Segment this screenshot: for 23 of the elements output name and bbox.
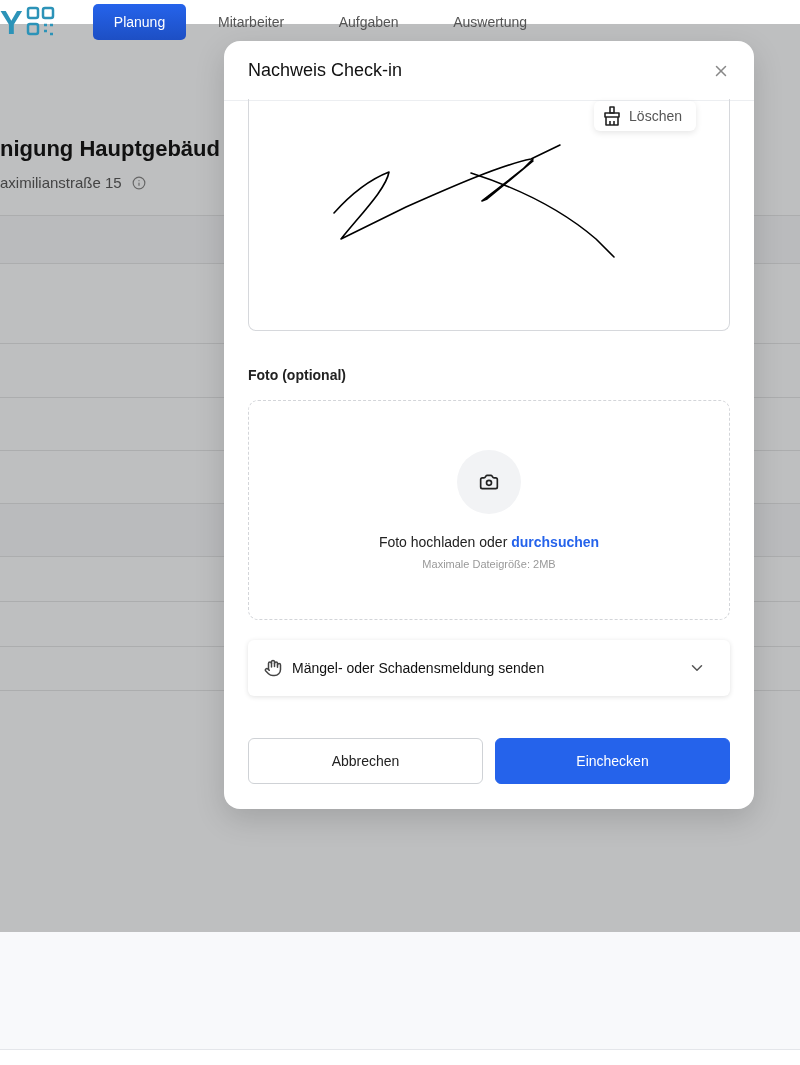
nav-tab[interactable]: Planung [93, 4, 186, 40]
page-title: nigung Hauptgebäud [0, 136, 221, 162]
qr-code-icon [25, 6, 56, 38]
photo-label: Foto (optional) [248, 367, 347, 383]
cancel-button[interactable]: Abbrechen [248, 738, 483, 784]
nav-tab[interactable]: Aufgaben [316, 4, 422, 40]
dialog-title: Nachweis Check-in [248, 60, 403, 81]
nav-tab[interactable]: Auswertung [433, 4, 548, 40]
file-size-hint: Maximale Dateigröße: 2MB [422, 558, 556, 570]
address-text: aximilianstraße 15 [0, 174, 122, 191]
camera-icon [479, 472, 499, 492]
info-icon [131, 175, 146, 190]
clear-button[interactable]: Löschen [594, 101, 696, 131]
logo-text: Y [0, 5, 23, 39]
nav-tab[interactable]: Mitarbeiter [198, 4, 305, 40]
brush-icon [603, 106, 622, 126]
hand-icon [264, 659, 282, 677]
upload-prompt: Foto hochladen oder durchsuchen [378, 534, 600, 550]
browse-link[interactable]: durchsuchen [511, 534, 600, 550]
upload-dropzone[interactable]: Foto hochladen oder durchsuchen Maximale Dateigröße: 2MB [248, 400, 730, 620]
check-in-button[interactable]: Einchecken [495, 738, 730, 784]
report-accordion[interactable]: Mängel- oder Schadensmeldung senden [248, 640, 730, 696]
signature-pad[interactable]: Löschen [248, 99, 730, 331]
